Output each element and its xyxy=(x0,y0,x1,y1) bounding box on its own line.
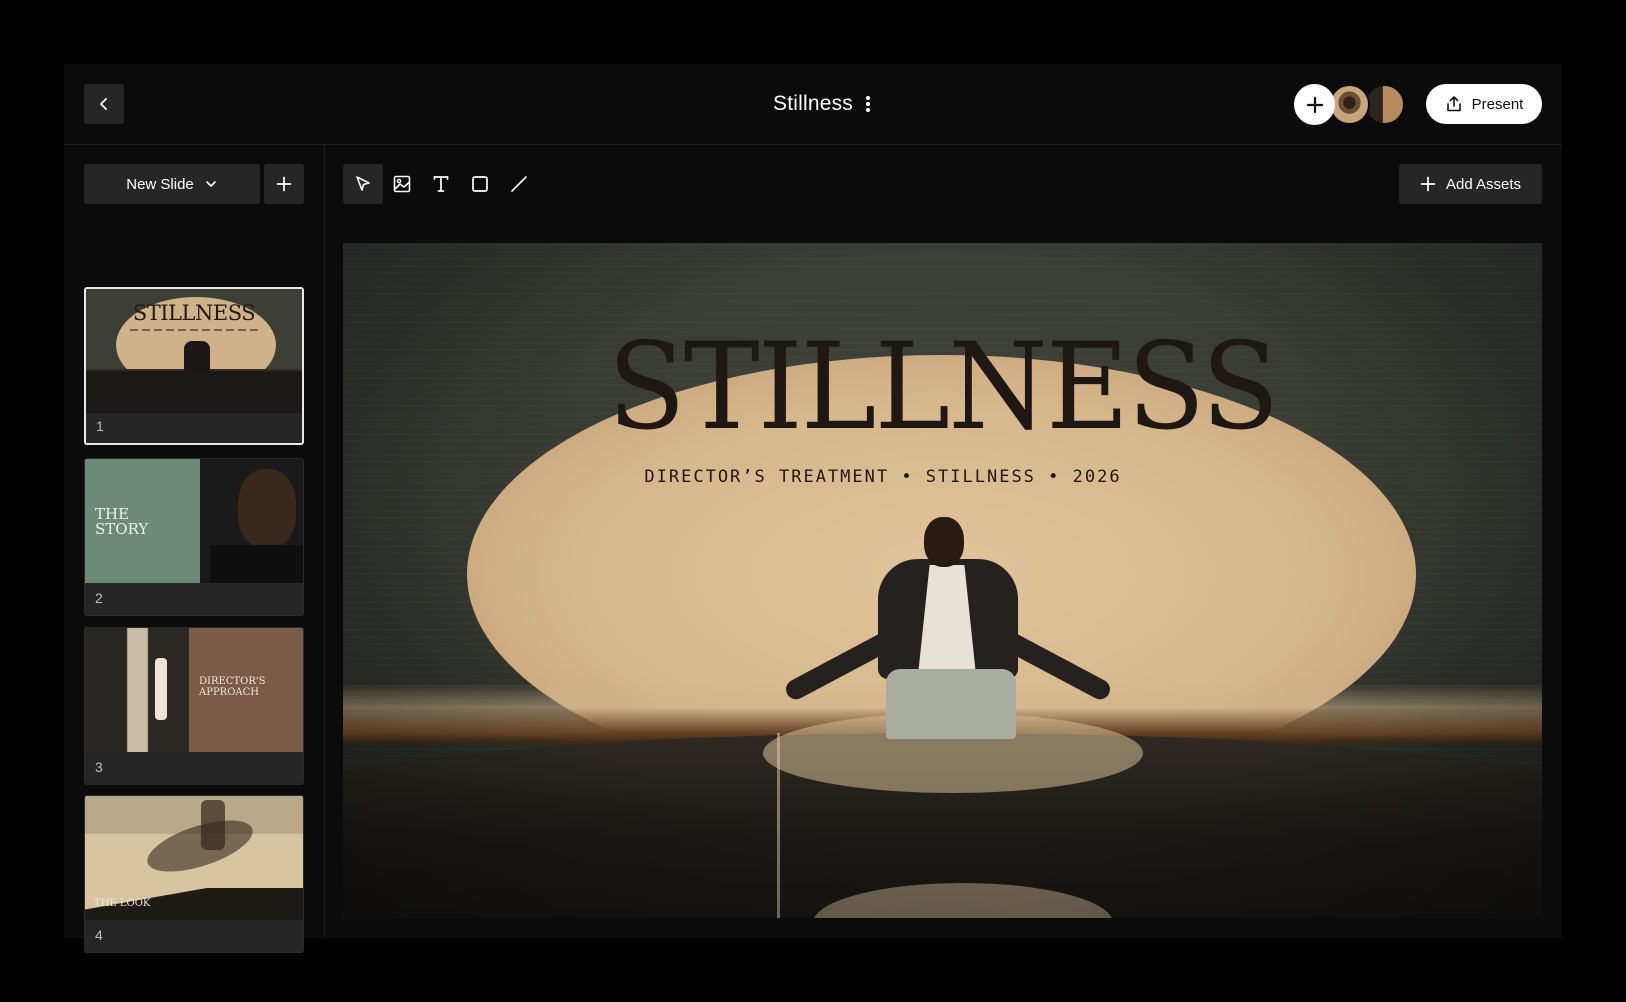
add-slide-button[interactable] xyxy=(264,164,304,204)
plus-icon xyxy=(1306,96,1323,113)
new-slide-button[interactable]: New Slide xyxy=(84,164,260,204)
editor-app: Stillness Present New Slide STILLNESS 1 … xyxy=(64,64,1562,953)
slide-number: 1 xyxy=(96,418,104,434)
slide-thumbnail[interactable]: THE STORY 2 xyxy=(84,458,304,616)
slide-preview-title: STILLNESS xyxy=(132,301,256,325)
slide-thumbnail[interactable]: DIRECTOR'S APPROACH 3 xyxy=(84,627,304,785)
add-assets-label: Add Assets xyxy=(1445,175,1522,193)
slide-thumbnail[interactable]: STILLNESS 1 xyxy=(84,287,304,445)
slide-preview-title: DIRECTOR'S APPROACH xyxy=(199,676,266,698)
present-button[interactable]: Present xyxy=(1426,84,1542,124)
text-icon xyxy=(433,176,449,192)
present-label: Present xyxy=(1471,95,1524,113)
line-icon xyxy=(511,176,527,192)
line-tool[interactable] xyxy=(499,164,539,204)
slide-number: 3 xyxy=(95,759,103,775)
add-assets-button[interactable]: Add Assets xyxy=(1399,164,1542,204)
seated-figure xyxy=(768,513,1128,739)
slides-panel: New Slide STILLNESS 1 THE STORY 2 DIRECT… xyxy=(64,145,325,953)
image-icon xyxy=(393,175,411,193)
slide-number: 4 xyxy=(95,927,103,943)
slide-preview: THE STORY xyxy=(85,459,303,583)
avatar[interactable] xyxy=(1329,84,1370,125)
collaborators xyxy=(1294,84,1405,125)
top-bar: Stillness Present xyxy=(64,64,1562,145)
new-slide-label: New Slide xyxy=(126,175,194,193)
slide-subtitle[interactable]: DIRECTOR’S TREATMENT • STILLNESS • 2026 xyxy=(343,467,1423,487)
text-tool[interactable] xyxy=(421,164,461,204)
slide-thumbnail[interactable]: THE LOOK 4 xyxy=(84,795,304,953)
select-tool[interactable] xyxy=(343,164,383,204)
add-collaborator-button[interactable] xyxy=(1294,84,1335,125)
image-tool[interactable] xyxy=(382,164,422,204)
slide-preview-title: THE LOOK xyxy=(94,898,151,909)
pointer-icon xyxy=(356,176,370,191)
plus-icon xyxy=(276,176,292,192)
shape-tool[interactable] xyxy=(460,164,500,204)
more-options-button[interactable] xyxy=(856,88,880,120)
slide-canvas[interactable]: STILLNESS DIRECTOR’S TREATMENT • STILLNE… xyxy=(343,243,1542,918)
share-icon xyxy=(1446,96,1461,112)
slide-preview-title: THE STORY xyxy=(95,505,149,538)
slide-title[interactable]: STILLNESS xyxy=(343,323,1542,450)
more-vertical-icon xyxy=(866,96,870,112)
plus-icon xyxy=(1420,176,1436,192)
slide-preview: THE LOOK xyxy=(85,796,303,920)
avatar[interactable] xyxy=(1364,84,1405,125)
chevron-down-icon xyxy=(205,181,216,187)
slide-number: 2 xyxy=(95,590,103,606)
rectangle-icon xyxy=(472,176,488,192)
slide-preview: DIRECTOR'S APPROACH xyxy=(85,628,303,752)
slide-preview: STILLNESS xyxy=(86,289,302,413)
